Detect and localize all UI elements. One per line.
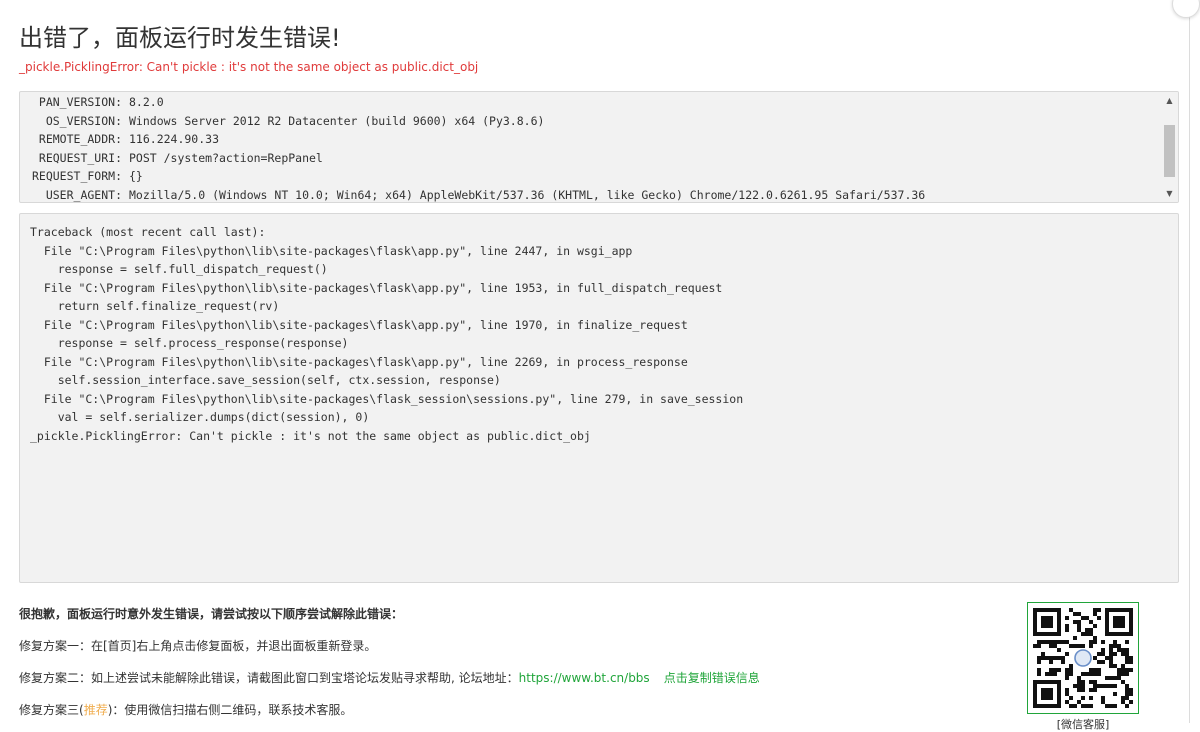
traceback-line: File "C:\Program Files\python\lib\site-p… — [30, 280, 723, 295]
scroll-up-arrow-icon[interactable]: ▲ — [1161, 92, 1178, 109]
fix-option-1: 修复方案一：在[首页]右上角点击修复面板，并退出面板重新登录。 — [19, 639, 377, 653]
scroll-thumb[interactable] — [1164, 125, 1175, 177]
copy-error-link[interactable]: 点击复制错误信息 — [664, 671, 760, 685]
traceback-line: response = self.full_dispatch_request() — [30, 262, 328, 276]
traceback-line: Traceback (most recent call last): — [30, 225, 266, 239]
qr-code-graphic — [1033, 608, 1133, 708]
environment-info-box[interactable]: PAN_VERSION: 8.2.0 OS_VERSION: Windows Serv… — [19, 91, 1179, 203]
qr-caption: [微信客服] — [1056, 718, 1110, 731]
env-row: OS_VERSION: Windows Server 2012 R2 Datace… — [20, 112, 1160, 131]
traceback-line: val = self.serializer.dumps(dict(session… — [30, 410, 370, 424]
env-key: OS_VERSION: — [45, 113, 122, 128]
env-row: PAN_VERSION: 8.2.0 — [20, 93, 1160, 112]
env-key: PAN_VERSION: — [38, 95, 122, 109]
env-value: 8.2.0 — [129, 95, 164, 109]
help-heading: 很抱歉，面板运行时意外发生错误，请尝试按以下顺序尝试解除此错误： — [19, 607, 404, 621]
dialog-title: 出错了，面板运行时发生错误! — [19, 24, 341, 52]
recommend-badge: 推荐 — [83, 703, 108, 717]
scroll-down-arrow-icon[interactable]: ▼ — [1161, 185, 1178, 202]
traceback-line: self.session_interface.save_session(self… — [30, 373, 501, 387]
fix-option-3: 修复方案三(推荐)：使用微信扫描右侧二维码，联系技术客服。 — [19, 700, 1009, 720]
fix-option-2-text: 修复方案二：如上述尝试未能解除此错误，请截图此窗口到宝塔论坛发贴寻求帮助, 论坛… — [19, 671, 519, 685]
env-key: REMOTE_ADDR: — [38, 132, 122, 147]
qr-code-icon — [1027, 602, 1139, 714]
traceback-line: File "C:\Program Files\python\lib\site-p… — [30, 317, 688, 332]
fix-option-2: 修复方案二：如上述尝试未能解除此错误，请截图此窗口到宝塔论坛发贴寻求帮助, 论坛… — [19, 668, 1009, 688]
env-value: Mozilla/5.0 (Windows NT 10.0; Win64; x64… — [129, 187, 926, 202]
env-row: REQUEST_URI: POST /system?action=RepPanel — [20, 149, 1160, 168]
error-summary: _pickle.PicklingError: Can't pickle : it… — [19, 60, 479, 74]
env-key: REQUEST_URI: — [38, 150, 122, 165]
traceback-box[interactable]: Traceback (most recent call last): File … — [19, 213, 1179, 583]
environment-scrollbar[interactable]: ▲ ▼ — [1161, 92, 1178, 202]
help-section: 很抱歉，面板运行时意外发生错误，请尝试按以下顺序尝试解除此错误： 修复方案一：在… — [19, 604, 1009, 720]
env-value: Windows Server 2012 R2 Datacenter (build… — [129, 113, 545, 128]
env-row: REMOTE_ADDR: 116.224.90.33 — [20, 130, 1160, 149]
traceback-line: File "C:\Program Files\python\lib\site-p… — [30, 354, 688, 369]
close-button[interactable] — [1172, 0, 1200, 18]
traceback-line: File "C:\Program Files\python\lib\site-p… — [30, 391, 744, 406]
traceback-line: response = self.process_response(respons… — [30, 336, 349, 350]
error-dialog: 出错了，面板运行时发生错误! _pickle.PicklingError: Ca… — [0, 0, 1200, 731]
env-value: 116.224.90.33 — [129, 132, 220, 147]
fix-option-3-suffix: )：使用微信扫描右侧二维码，联系技术客服。 — [107, 703, 353, 717]
traceback-line: _pickle.PicklingError: Can't pickle : it… — [30, 428, 591, 443]
env-key: USER_AGENT: — [45, 187, 122, 202]
traceback-line: File "C:\Program Files\python\lib\site-p… — [30, 243, 633, 258]
forum-link[interactable]: https://www.bt.cn/bbs — [519, 671, 650, 685]
env-value: POST /system?action=RepPanel — [129, 150, 323, 165]
env-row: REQUEST_FORM: {} — [20, 167, 1160, 186]
env-value: {} — [129, 169, 143, 184]
env-key: REQUEST_FORM: — [31, 169, 122, 184]
environment-info-list: PAN_VERSION: 8.2.0 OS_VERSION: Windows Serv… — [20, 93, 1160, 202]
traceback-line: return self.finalize_request(rv) — [30, 299, 280, 313]
env-row: USER_AGENT: Mozilla/5.0 (Windows NT 10.0;… — [20, 186, 1160, 202]
fix-option-3-prefix: 修复方案三( — [19, 703, 84, 717]
